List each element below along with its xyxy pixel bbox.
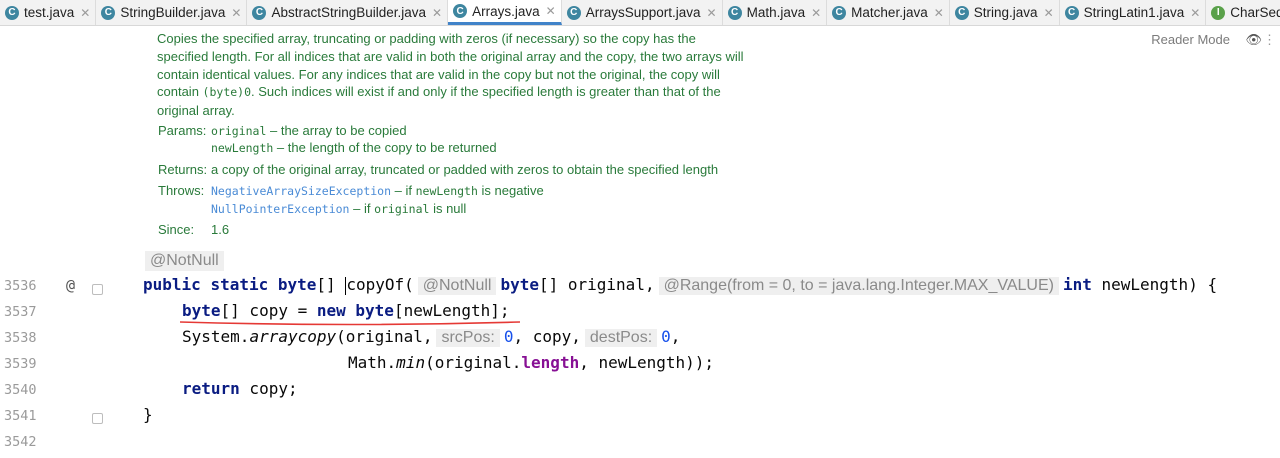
tab-charsequence-java[interactable]: I CharSequence.ja: [1206, 0, 1280, 25]
class-icon: C: [832, 5, 847, 20]
doc-throws2: NullPointerException – if original is nu…: [211, 201, 467, 216]
tab-label: AbstractStringBuilder.java: [271, 5, 427, 20]
close-icon[interactable]: ✕: [1044, 6, 1054, 20]
class-icon: C: [453, 4, 468, 18]
tab-label: test.java: [24, 5, 75, 20]
class-icon: C: [5, 5, 19, 20]
tab-label: Matcher.java: [851, 5, 928, 20]
code-line-3540[interactable]: return copy;: [182, 379, 298, 398]
more-icon[interactable]: ⋮: [1263, 32, 1276, 48]
fold-toggle-icon[interactable]: [92, 413, 103, 424]
tab-test-java[interactable]: Ctest.java ✕: [0, 0, 97, 25]
exception-link[interactable]: NullPointerException: [211, 202, 349, 216]
parameter-hint: @Range(from = 0, to = java.lang.Integer.…: [658, 277, 1059, 295]
close-icon[interactable]: ✕: [707, 6, 717, 20]
close-icon[interactable]: ✕: [80, 6, 90, 20]
reader-mode-button[interactable]: Reader Mode: [1151, 32, 1230, 47]
parameter-hint: destPos:: [584, 329, 658, 347]
line-number: 3540: [4, 382, 37, 398]
tab-label: ArraysSupport.java: [585, 5, 701, 20]
editor-gutter[interactable]: 3536 3537 3538 3539 3540 3541 3542: [0, 26, 108, 458]
line-number: 3538: [4, 330, 37, 346]
code-line-3536[interactable]: public static byte[] copyOf(@NotNull byte…: [143, 275, 1217, 295]
line-number: 3541: [4, 408, 37, 424]
tab-stringbuilder-java[interactable]: C StringBuilder.java ✕: [96, 0, 248, 25]
parameter-hint: @NotNull: [417, 277, 497, 295]
tab-label: Math.java: [746, 5, 806, 20]
tab-matcher-java[interactable]: C Matcher.java ✕: [827, 0, 950, 25]
class-icon: C: [566, 5, 581, 20]
editor-tab-bar: Ctest.java ✕ C StringBuilder.java ✕ C Abstra…: [0, 0, 1280, 26]
class-icon: C: [727, 5, 742, 20]
tab-string-java[interactable]: C String.java ✕: [950, 0, 1060, 25]
code-line-3538[interactable]: System.arraycopy(original, srcPos: 0, copy…: [182, 327, 680, 347]
tab-arrayssupport-java[interactable]: C ArraysSupport.java ✕: [562, 0, 723, 25]
tab-label: Arrays.java: [472, 3, 540, 19]
hide-eye-icon[interactable]: 👁: [1245, 32, 1262, 48]
parameter-hint: srcPos:: [436, 329, 500, 347]
tab-label: StringLatin1.java: [1083, 5, 1185, 20]
fold-toggle-icon[interactable]: [92, 284, 103, 295]
tab-math-java[interactable]: C Math.java ✕: [723, 0, 828, 25]
tab-stringlatin1-java[interactable]: C StringLatin1.java ✕: [1060, 0, 1207, 25]
close-icon[interactable]: ✕: [811, 6, 821, 20]
close-icon[interactable]: ✕: [432, 6, 442, 20]
line-number: 3539: [4, 356, 37, 372]
tab-label: CharSequence.ja: [1230, 5, 1280, 20]
inferred-annotation-hint: @NotNull: [145, 251, 224, 271]
class-icon: C: [101, 5, 116, 20]
tab-arrays-java[interactable]: C Arrays.java ✕: [448, 0, 562, 25]
close-icon[interactable]: ✕: [546, 4, 556, 18]
close-icon[interactable]: ✕: [934, 6, 944, 20]
annotation-gutter-icon[interactable]: @: [66, 276, 75, 294]
javadoc-popup: Copies the specified array, truncating o…: [148, 26, 1278, 245]
line-number: 3536: [4, 278, 37, 294]
close-icon[interactable]: ✕: [1190, 6, 1200, 20]
line-number: 3537: [4, 304, 37, 320]
code-line-3541[interactable]: }: [143, 405, 153, 424]
class-icon: C: [954, 5, 969, 20]
doc-params: Params: original – the array to be copied: [158, 123, 407, 138]
class-icon: C: [1064, 5, 1079, 20]
close-icon[interactable]: ✕: [231, 6, 241, 20]
tab-label: String.java: [973, 5, 1038, 20]
doc-since: Since: 1.6: [158, 222, 230, 237]
doc-throws: Throws: NegativeArraySizeException – if n…: [158, 183, 544, 198]
doc-returns: Returns: a copy of the original array, tr…: [158, 162, 719, 177]
tab-abstractstringbuilder-java[interactable]: C AbstractStringBuilder.java ✕: [247, 0, 449, 25]
interface-icon: I: [1211, 5, 1226, 20]
class-icon: C: [252, 5, 267, 20]
exception-link[interactable]: NegativeArraySizeException: [211, 184, 391, 198]
doc-param2: newLength – the length of the copy to be…: [211, 140, 497, 155]
line-number: 3542: [4, 434, 37, 450]
tab-label: StringBuilder.java: [120, 5, 226, 20]
doc-description: Copies the specified array, truncating o…: [157, 31, 744, 119]
code-line-3537[interactable]: byte[] copy = new byte[newLength];: [182, 301, 510, 320]
code-line-3539[interactable]: Math.min(original.length, newLength));: [348, 353, 714, 372]
